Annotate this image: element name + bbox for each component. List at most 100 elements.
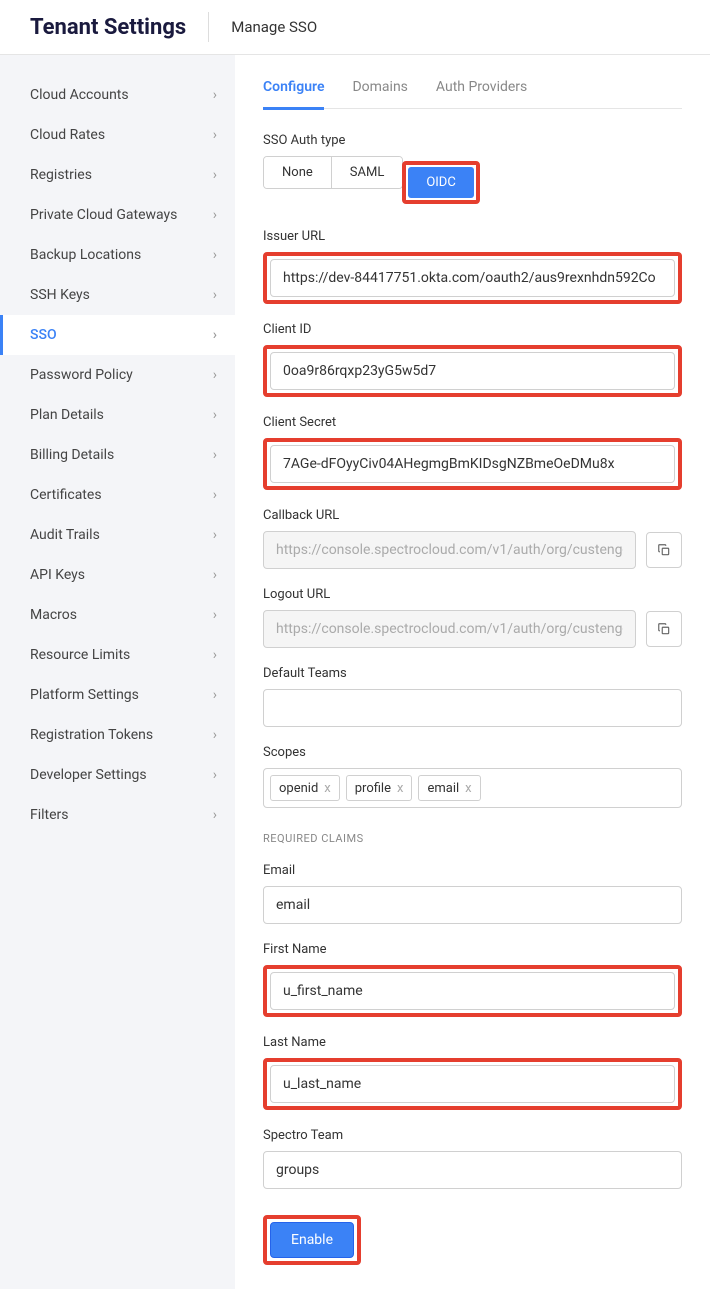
sidebar-item-label: Audit Trails [30,527,100,543]
sidebar-item-label: SSO [30,327,57,343]
chevron-right-icon: › [213,127,217,143]
default-teams-label: Default Teams [263,666,682,681]
sidebar-item-label: Macros [30,607,77,623]
scopes-input[interactable]: openidxprofilexemailx [263,768,682,808]
issuer-url-label: Issuer URL [263,229,682,244]
chevron-right-icon: › [213,807,217,823]
sidebar-item-label: Filters [30,807,69,823]
chevron-right-icon: › [213,447,217,463]
sidebar-item-label: Registries [30,167,92,183]
sidebar-item-label: Backup Locations [30,247,141,263]
email-claim-label: Email [263,863,682,878]
sidebar-item-private-cloud-gateways[interactable]: Private Cloud Gateways › [0,195,235,235]
scope-tag-label: email [427,781,459,796]
chevron-right-icon: › [213,647,217,663]
sidebar-item-macros[interactable]: Macros › [0,595,235,635]
sidebar-item-label: Platform Settings [30,687,139,703]
scope-tag: profile x [346,775,413,801]
sidebar-item-label: Private Cloud Gateways [30,207,177,223]
tab-configure[interactable]: Configure [263,79,324,110]
chevron-right-icon: › [213,767,217,783]
callback-url-label: Callback URL [263,508,682,523]
sidebar-item-label: Plan Details [30,407,104,423]
last-name-claim-label: Last Name [263,1035,682,1050]
sidebar-item-label: Cloud Rates [30,127,105,143]
client-id-input[interactable] [270,352,675,390]
last-name-claim-input[interactable] [270,1065,675,1103]
sidebar-item-developer-settings[interactable]: Developer Settings › [0,755,235,795]
tab-domains[interactable]: Domains [352,79,407,108]
chevron-right-icon: › [213,487,217,503]
auth-type-none[interactable]: None [264,157,332,188]
copy-icon [657,622,671,636]
chevron-right-icon: › [213,207,217,223]
sidebar-item-billing-details[interactable]: Billing Details › [0,435,235,475]
chevron-right-icon: › [213,367,217,383]
sidebar-item-resource-limits[interactable]: Resource Limits › [0,635,235,675]
tabs: Configure Domains Auth Providers [263,79,682,109]
sidebar-item-label: API Keys [30,567,85,583]
first-name-claim-input[interactable] [270,972,675,1010]
scopes-label: Scopes [263,745,682,760]
default-teams-input[interactable] [263,689,682,727]
spectro-team-claim-input[interactable] [263,1151,682,1189]
scope-tag-label: openid [279,781,318,796]
scope-tag: emailx [418,775,480,801]
chevron-right-icon: › [213,527,217,543]
sidebar-item-filters[interactable]: Filters › [0,795,235,835]
sidebar-item-label: Billing Details [30,447,114,463]
client-id-label: Client ID [263,322,682,337]
header-divider [208,12,209,42]
client-secret-input[interactable] [270,445,675,483]
sidebar-item-label: Certificates [30,487,102,503]
sidebar-item-audit-trails[interactable]: Audit Trails › [0,515,235,555]
sidebar: Cloud Accounts›Cloud Rates›Registries›Pr… [0,55,235,1289]
chevron-right-icon: › [213,607,217,623]
sidebar-item-api-keys[interactable]: API Keys › [0,555,235,595]
remove-tag-icon[interactable]: x [397,781,403,796]
sidebar-item-backup-locations[interactable]: Backup Locations › [0,235,235,275]
enable-button[interactable]: Enable [270,1222,354,1258]
copy-logout-button[interactable] [646,611,682,647]
chevron-right-icon: › [213,247,217,263]
chevron-right-icon: › [213,727,217,743]
logout-url-input [263,610,636,648]
sidebar-item-label: Developer Settings [30,767,147,783]
email-claim-input[interactable] [263,886,682,924]
chevron-right-icon: › [213,167,217,183]
sidebar-item-password-policy[interactable]: Password Policy› [0,355,235,395]
sidebar-item-cloud-accounts[interactable]: Cloud Accounts › [0,75,235,115]
chevron-right-icon: › [213,567,217,583]
page-header: Tenant Settings Manage SSO [0,0,710,55]
auth-type-oidc[interactable]: OIDC [408,167,473,198]
required-claims-heading: REQUIRED CLAIMS [263,832,682,845]
chevron-right-icon: › [213,87,217,103]
logout-url-label: Logout URL [263,587,682,602]
remove-tag-icon[interactable]: x [465,781,471,796]
issuer-url-input[interactable] [270,259,675,297]
scope-tag: openidx [270,775,340,801]
copy-icon [657,543,671,557]
remove-tag-icon[interactable]: x [324,781,330,796]
chevron-right-icon: › [213,327,217,343]
sidebar-item-label: Cloud Accounts [30,87,129,103]
page-title: Tenant Settings [30,15,186,40]
first-name-claim-label: First Name [263,942,682,957]
sidebar-item-platform-settings[interactable]: Platform Settings › [0,675,235,715]
sidebar-item-certificates[interactable]: Certificates › [0,475,235,515]
page-subtitle: Manage SSO [231,18,317,36]
auth-type-saml[interactable]: SAML [332,157,403,188]
sidebar-item-registration-tokens[interactable]: Registration Tokens› [0,715,235,755]
scope-tag-label: profile [355,781,391,796]
sidebar-item-label: Resource Limits [30,647,130,663]
sidebar-item-registries[interactable]: Registries › [0,155,235,195]
sidebar-item-label: SSH Keys [30,287,90,303]
chevron-right-icon: › [213,687,217,703]
tab-auth-providers[interactable]: Auth Providers [436,79,527,108]
sidebar-item-cloud-rates[interactable]: Cloud Rates › [0,115,235,155]
sidebar-item-sso[interactable]: SSO › [0,315,235,355]
copy-callback-button[interactable] [646,532,682,568]
sidebar-item-plan-details[interactable]: Plan Details› [0,395,235,435]
sidebar-item-ssh-keys[interactable]: SSH Keys› [0,275,235,315]
auth-type-label: SSO Auth type [263,133,682,148]
